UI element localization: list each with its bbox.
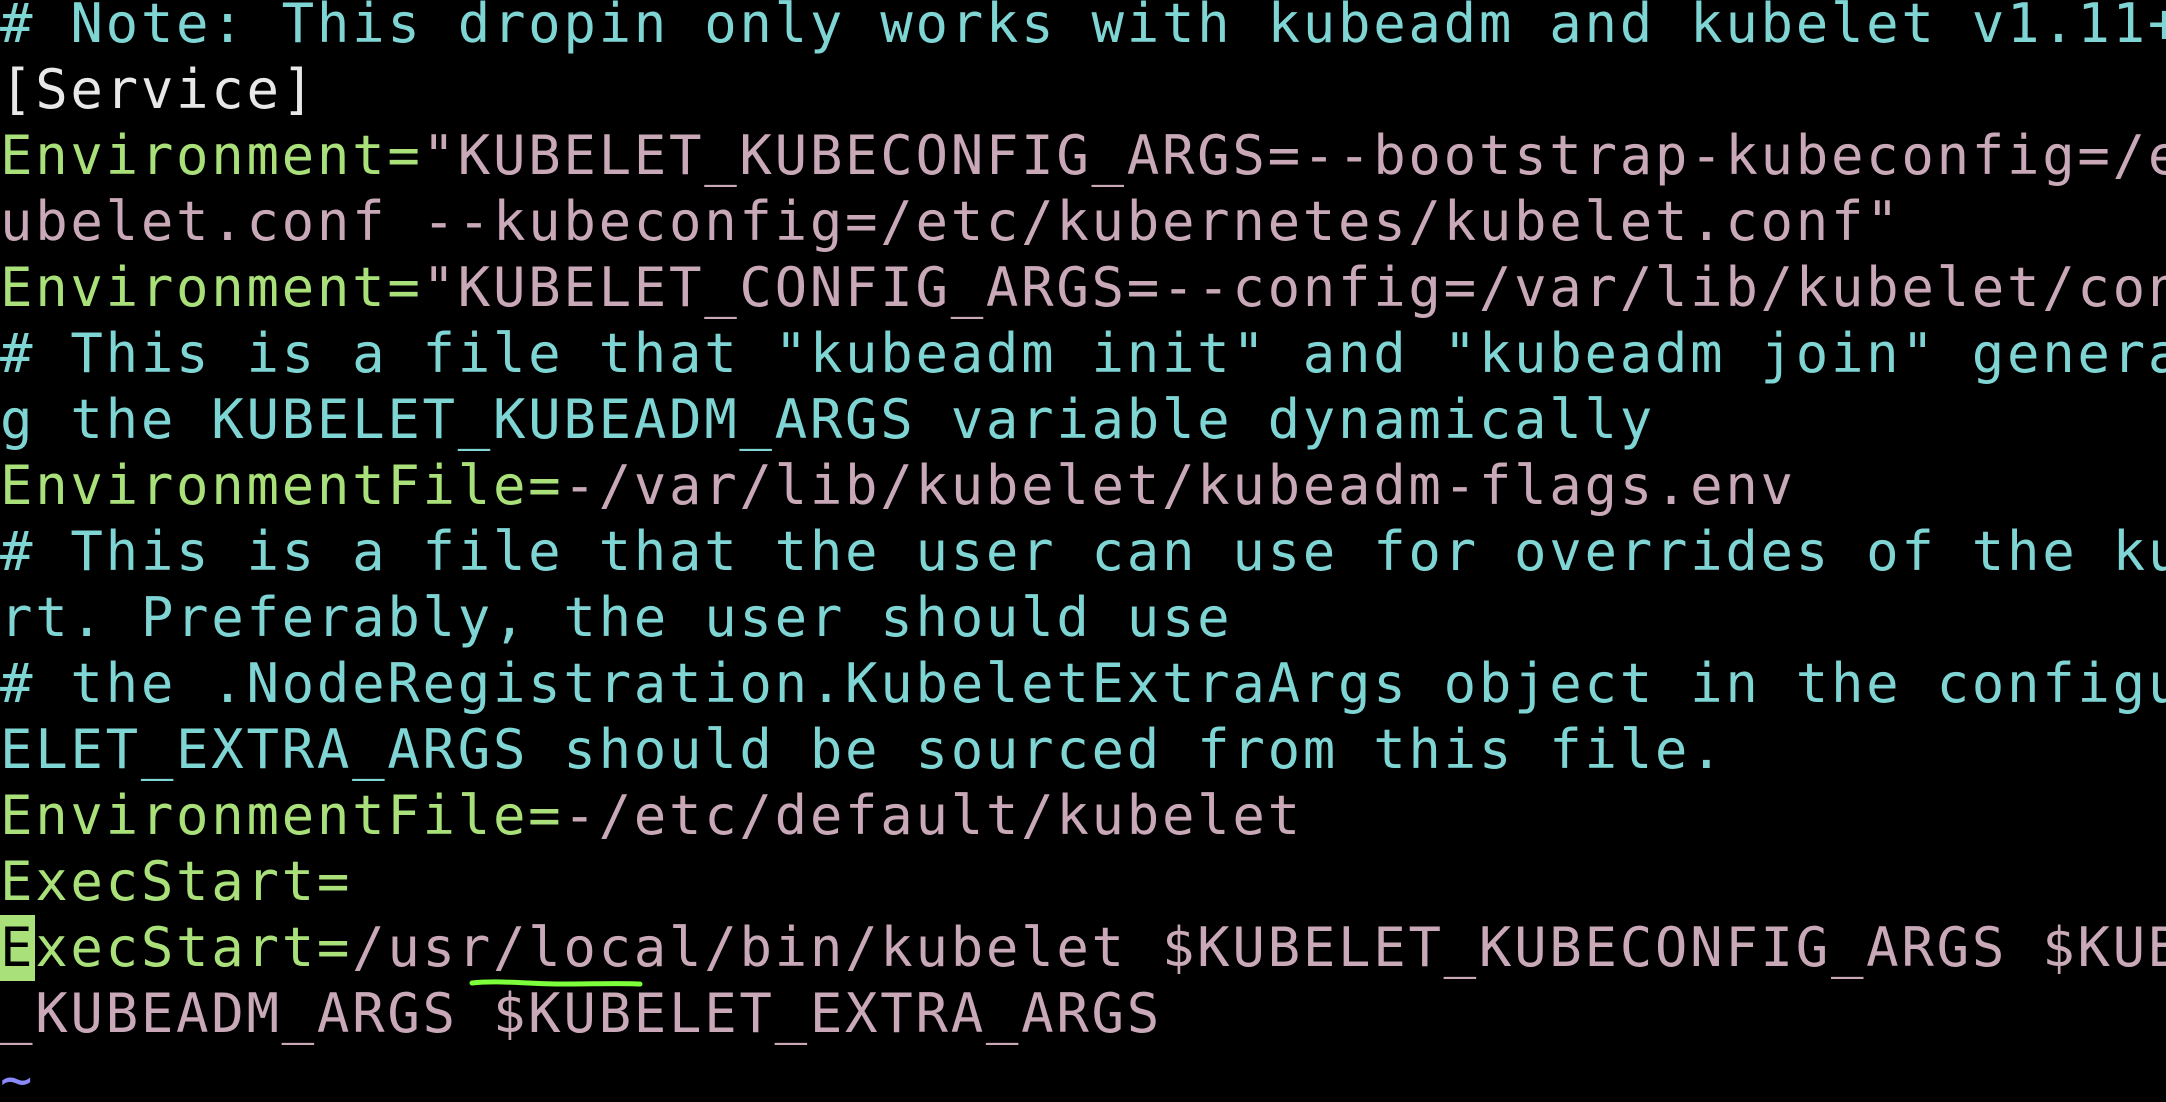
editor-line: # Note: This dropin only works with kube… — [0, 0, 2166, 57]
editor-line: rt. Preferably, the user should use — [0, 585, 1232, 651]
editor-line: # This is a file that "kubeadm init" and… — [0, 321, 2166, 387]
directive-value: -/etc/default/kubelet — [563, 784, 1303, 847]
directive-key: EnvironmentFile= — [0, 784, 564, 847]
editor-line: ~ — [0, 1047, 35, 1102]
directive-key: ExecStart= — [0, 850, 353, 913]
section-header: [Service] — [0, 58, 317, 121]
directive-value: "KUBELET_KUBECONFIG_ARGS=--bootstrap-kub… — [422, 124, 2166, 187]
comment-text: # This is a file that the user can use f… — [0, 520, 2166, 583]
directive-key: Environment= — [0, 124, 423, 187]
directive-value: -/var/lib/kubelet/kubeadm-flags.env — [563, 454, 1796, 517]
editor-line: EnvironmentFile=-/var/lib/kubelet/kubead… — [0, 453, 1796, 519]
directive-key: xecStart= — [35, 916, 353, 979]
comment-text: g the KUBELET_KUBEADM_ARGS variable dyna… — [0, 388, 1655, 451]
comment-text: # Note: This dropin only works with kube… — [0, 0, 2166, 55]
editor-line: ELET_EXTRA_ARGS should be sourced from t… — [0, 717, 1725, 783]
text-cursor[interactable]: E — [0, 915, 36, 981]
editor-line: Environment="KUBELET_KUBECONFIG_ARGS=--b… — [0, 123, 2166, 189]
editor-line: # This is a file that the user can use f… — [0, 519, 2166, 585]
directive-key: Environment= — [0, 256, 423, 319]
editor-line-current[interactable]: ExecStart=/usr/local/bin/kubelet $KUBELE… — [0, 915, 2166, 981]
editor-line: [Service] — [0, 57, 317, 123]
directive-value: ubelet.conf --kubeconfig=/etc/kubernetes… — [0, 190, 1902, 253]
comment-text: # the .NodeRegistration.KubeletExtraArgs… — [0, 652, 2166, 715]
terminal-window[interactable]: # Note: This dropin only works with kube… — [0, 0, 2166, 1102]
comment-text: # This is a file that "kubeadm init" and… — [0, 322, 2166, 385]
editor-line: g the KUBELET_KUBEADM_ARGS variable dyna… — [0, 387, 1655, 453]
empty-line-marker: ~ — [0, 1048, 36, 1102]
comment-text: rt. Preferably, the user should use — [0, 586, 1233, 649]
green-underline-annotation-icon — [469, 979, 643, 987]
comment-text: ELET_EXTRA_ARGS should be sourced from t… — [0, 718, 1726, 781]
directive-value: /usr/local/bin/kubelet $KUBELET_KUBECONF… — [352, 916, 2166, 979]
editor-line: EnvironmentFile=-/etc/default/kubelet — [0, 783, 1303, 849]
editor-line: Environment="KUBELET_CONFIG_ARGS=--confi… — [0, 255, 2166, 321]
directive-key: EnvironmentFile= — [0, 454, 564, 517]
directive-value: "KUBELET_CONFIG_ARGS=--config=/var/lib/k… — [422, 256, 2166, 319]
editor-line: # the .NodeRegistration.KubeletExtraArgs… — [0, 651, 2166, 717]
editor-line: ExecStart= — [0, 849, 352, 915]
editor-line: ubelet.conf --kubeconfig=/etc/kubernetes… — [0, 189, 1901, 255]
